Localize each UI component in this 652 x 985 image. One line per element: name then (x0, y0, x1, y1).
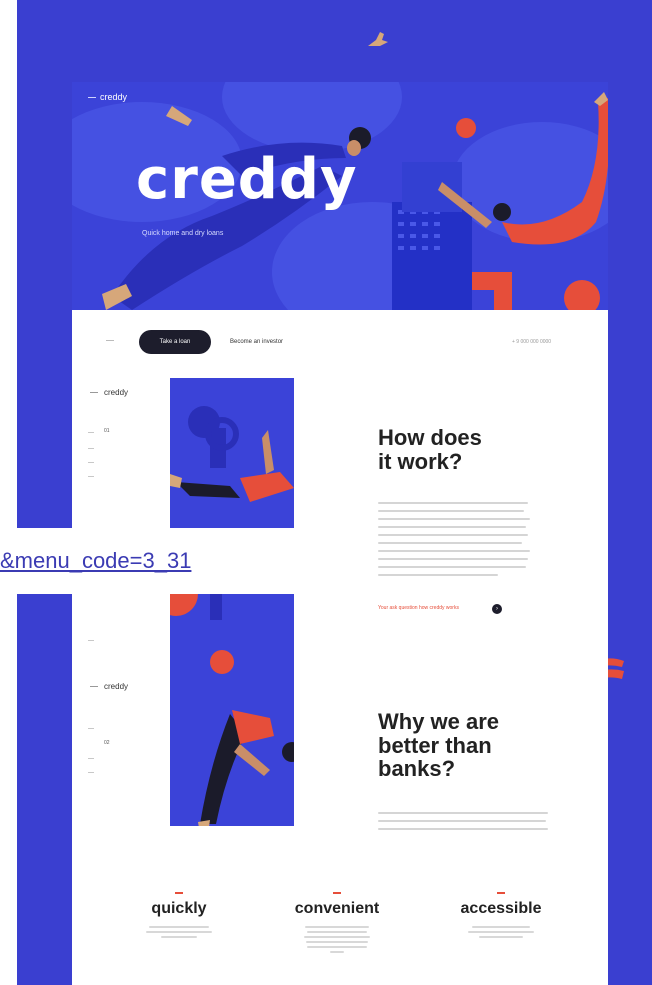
paragraph-line (378, 526, 526, 528)
feature-text-line (146, 931, 212, 933)
paragraph-line (378, 574, 498, 576)
dash-icon (90, 392, 98, 394)
side-nav-dash[interactable] (88, 728, 94, 729)
paragraph-line (378, 518, 530, 520)
falling-woman-illustration (198, 710, 294, 826)
feature-text-line (479, 936, 523, 938)
section2-illustration-panel (170, 674, 294, 826)
paragraph-line (378, 828, 548, 830)
feature-title: convenient (294, 900, 380, 917)
feature-accessible: accessible (446, 892, 556, 941)
paragraph-line (378, 542, 522, 544)
feature-title: quickly (151, 900, 207, 917)
side-nav-dash[interactable] (88, 432, 94, 433)
feature-text-line (468, 931, 534, 933)
side-nav-dash[interactable] (88, 772, 94, 773)
hero-title: creddy (136, 147, 358, 212)
feature-quickly: quickly (124, 892, 234, 941)
page: creddy creddy Quick home and dry loans T… (0, 0, 652, 985)
section2-heading-line: banks? (378, 756, 456, 782)
feature-text-line (307, 931, 367, 933)
feature-tag (497, 892, 505, 894)
feature-text-line (149, 926, 209, 928)
feature-title: accessible (460, 900, 542, 917)
side-nav-dash[interactable] (88, 640, 94, 641)
section2-heading-line: Why we are (378, 709, 500, 734)
section2-heading: Why we are better than banks? (378, 710, 499, 781)
feature-text-line (305, 926, 369, 928)
section1-logo-text: creddy (104, 388, 129, 397)
feature-convenient: convenient (282, 892, 392, 956)
read-more-link[interactable]: Your ask question how creddy works (378, 605, 459, 611)
become-investor-link[interactable]: Become an investor (230, 339, 283, 345)
section2-logo-text: creddy (104, 682, 129, 691)
diving-man-illustration (170, 406, 294, 502)
feature-tag (175, 892, 183, 894)
paragraph-line (378, 534, 528, 536)
paragraph-line (378, 820, 546, 822)
take-loan-button[interactable]: Take a loan (139, 330, 211, 354)
feature-text-line (161, 936, 197, 938)
feature-text-line (304, 936, 370, 938)
section2-logo[interactable]: creddy (90, 682, 128, 691)
circles-illustration (170, 594, 234, 674)
hero-subtitle: Quick home and dry loans (142, 230, 224, 237)
paragraph-line (378, 510, 524, 512)
hero-banner: creddy creddy Quick home and dry loans (72, 82, 608, 310)
arrow-right-icon[interactable]: › (492, 604, 502, 614)
feature-text-line (307, 946, 367, 948)
side-nav-dash[interactable] (88, 448, 94, 449)
buildings-woman-illustration (392, 92, 608, 310)
section1-illustration-panel (170, 378, 294, 528)
feature-tag (333, 892, 341, 894)
phone-number[interactable]: + 9 000 000 0000 (512, 339, 551, 345)
feature-text-line (330, 951, 344, 953)
menu-dash-icon[interactable] (106, 340, 114, 341)
paragraph-line (378, 502, 528, 504)
section1-heading: How does it work? (378, 426, 482, 473)
paragraph-line (378, 566, 526, 568)
side-nav-number[interactable]: 01 (104, 428, 110, 434)
side-nav-number[interactable]: 02 (104, 740, 110, 746)
menu-code-link[interactable]: &menu_code=3_31 (0, 528, 318, 594)
paragraph-line (378, 558, 528, 560)
paragraph-line (378, 812, 548, 814)
section1-heading-line: How does (378, 425, 482, 450)
feature-text-line (306, 941, 368, 943)
navbar: Take a loan Become an investor + 9 000 0… (72, 322, 608, 358)
section1-illustration-panel-lower (170, 594, 294, 674)
section2-heading-line: better than (378, 732, 492, 758)
dash-icon (90, 686, 98, 688)
paragraph-line (378, 550, 530, 552)
floating-hand-illustration (368, 32, 388, 46)
side-nav-dash[interactable] (88, 758, 94, 759)
side-nav-dash[interactable] (88, 476, 94, 477)
feature-text-line (472, 926, 530, 928)
section1-logo[interactable]: creddy (90, 388, 128, 397)
section1-heading-line: it work? (378, 448, 463, 474)
side-nav-dash[interactable] (88, 462, 94, 463)
